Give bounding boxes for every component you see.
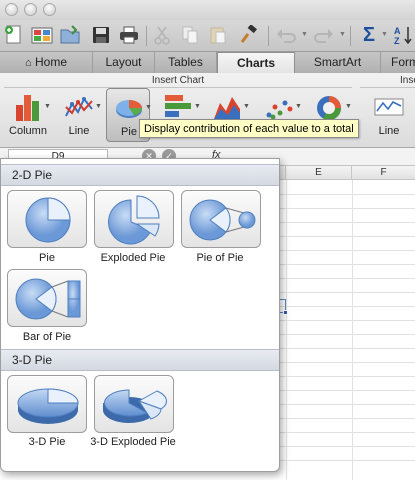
line-chart-button[interactable]: Line ▼	[57, 88, 102, 142]
3d-pie-label: 3-D Pie	[28, 436, 66, 448]
chevron-down-icon: ▼	[345, 103, 352, 110]
save-icon[interactable]	[89, 23, 113, 47]
print-icon[interactable]	[117, 23, 141, 47]
new-document-icon[interactable]	[2, 23, 26, 47]
copy-icon[interactable]	[178, 23, 202, 47]
svg-text:A: A	[394, 26, 401, 36]
gridline	[352, 180, 353, 480]
bar-of-pie-label: Bar of Pie	[22, 331, 72, 343]
minimize-window-button[interactable]	[24, 3, 37, 16]
chevron-down-icon: ▼	[243, 103, 250, 110]
pie-of-pie-label: Pie of Pie	[196, 252, 244, 264]
pie-chart-gallery: 2-D Pie Pie Exploded Pie Pie of Pie Bar …	[0, 158, 280, 472]
chevron-down-icon: ▼	[95, 103, 102, 110]
line-chart-label: Line	[68, 125, 90, 137]
3d-exploded-pie-label: 3-D Exploded Pie	[90, 436, 176, 448]
zoom-window-button[interactable]	[43, 3, 56, 16]
tab-label: Charts	[236, 56, 275, 70]
sparkline-icon	[374, 98, 404, 116]
undo-icon[interactable]	[274, 23, 298, 47]
window-titlebar	[0, 0, 415, 20]
pie-of-pie-icon	[189, 199, 256, 241]
insert-group-title: Inse	[360, 75, 415, 88]
sort-icon[interactable]: AZ	[391, 23, 415, 47]
ribbon-tabs: ⌂ Home Layout Tables Charts SmartArt For…	[0, 52, 415, 74]
tab-layout[interactable]: Layout	[93, 52, 155, 73]
insert-chart-group-title: Insert Chart	[4, 75, 352, 88]
autosum-icon[interactable]: Σ	[357, 23, 381, 47]
3d-exploded-pie-item[interactable]	[94, 375, 174, 433]
toolbar-separator	[146, 26, 147, 46]
exploded-pie-icon	[108, 195, 160, 245]
gallery-icon[interactable]	[30, 23, 54, 47]
column-chart-button[interactable]: Column ▼	[6, 88, 51, 142]
tab-label: SmartArt	[313, 55, 362, 69]
tab-label: Tables	[168, 55, 203, 69]
sparkline-button[interactable]: Line	[367, 88, 411, 142]
exploded-pie-label: Exploded Pie	[100, 252, 166, 264]
toolbar-separator	[350, 26, 351, 46]
column-chart-label: Column	[9, 125, 47, 137]
line-chart-icon	[65, 97, 93, 117]
pie-item[interactable]	[7, 190, 87, 248]
autosum-dropdown-arrow[interactable]: ▼	[381, 31, 388, 38]
chevron-down-icon: ▼	[295, 103, 302, 110]
pie-of-pie-item[interactable]	[181, 190, 261, 248]
pie-tooltip: Display contribution of each value to a …	[139, 119, 359, 138]
undo-dropdown-arrow[interactable]: ▼	[301, 31, 308, 38]
fill-handle[interactable]	[283, 310, 288, 315]
column-header-f[interactable]: F	[352, 166, 415, 180]
3d-exploded-pie-icon	[103, 389, 167, 423]
svg-text:Z: Z	[394, 36, 400, 46]
tab-label: Home	[34, 55, 67, 69]
redo-icon[interactable]	[312, 23, 336, 47]
tab-label: Form	[391, 55, 415, 69]
column-chart-icon	[16, 95, 39, 121]
open-folder-icon[interactable]	[58, 23, 82, 47]
cut-icon[interactable]	[150, 23, 174, 47]
bar-of-pie-icon	[15, 278, 81, 320]
3d-pie-item[interactable]	[7, 375, 87, 433]
section-header-2d-pie: 2-D Pie	[1, 164, 279, 186]
chevron-down-icon: ▼	[44, 103, 51, 110]
chevron-down-icon: ▼	[145, 104, 152, 111]
chevron-down-icon: ▼	[194, 103, 201, 110]
section-header-3d-pie: 3-D Pie	[1, 349, 279, 371]
close-window-button[interactable]	[5, 3, 18, 16]
pie-icon	[25, 197, 71, 243]
tab-formulas[interactable]: Form	[381, 52, 415, 73]
gridline	[286, 180, 287, 480]
sparkline-label: Line	[378, 125, 400, 137]
redo-dropdown-arrow[interactable]: ▼	[339, 31, 346, 38]
standard-toolbar: ▼ ▼ Σ ▼ AZ	[0, 20, 415, 52]
pie-label: Pie	[39, 252, 55, 264]
tab-charts[interactable]: Charts	[217, 52, 295, 74]
3d-pie-icon	[17, 388, 79, 424]
home-icon: ⌂	[24, 57, 32, 69]
column-header-e[interactable]: E	[286, 166, 352, 180]
paste-icon[interactable]	[206, 23, 230, 47]
tab-smartart[interactable]: SmartArt	[295, 52, 381, 73]
tab-label: Layout	[105, 55, 142, 69]
bar-of-pie-item[interactable]	[7, 269, 87, 327]
tab-tables[interactable]: Tables	[155, 52, 217, 73]
toolbar-separator	[268, 26, 269, 46]
format-painter-icon[interactable]	[236, 23, 260, 47]
tab-home[interactable]: ⌂ Home	[0, 52, 93, 73]
exploded-pie-item[interactable]	[94, 190, 174, 248]
